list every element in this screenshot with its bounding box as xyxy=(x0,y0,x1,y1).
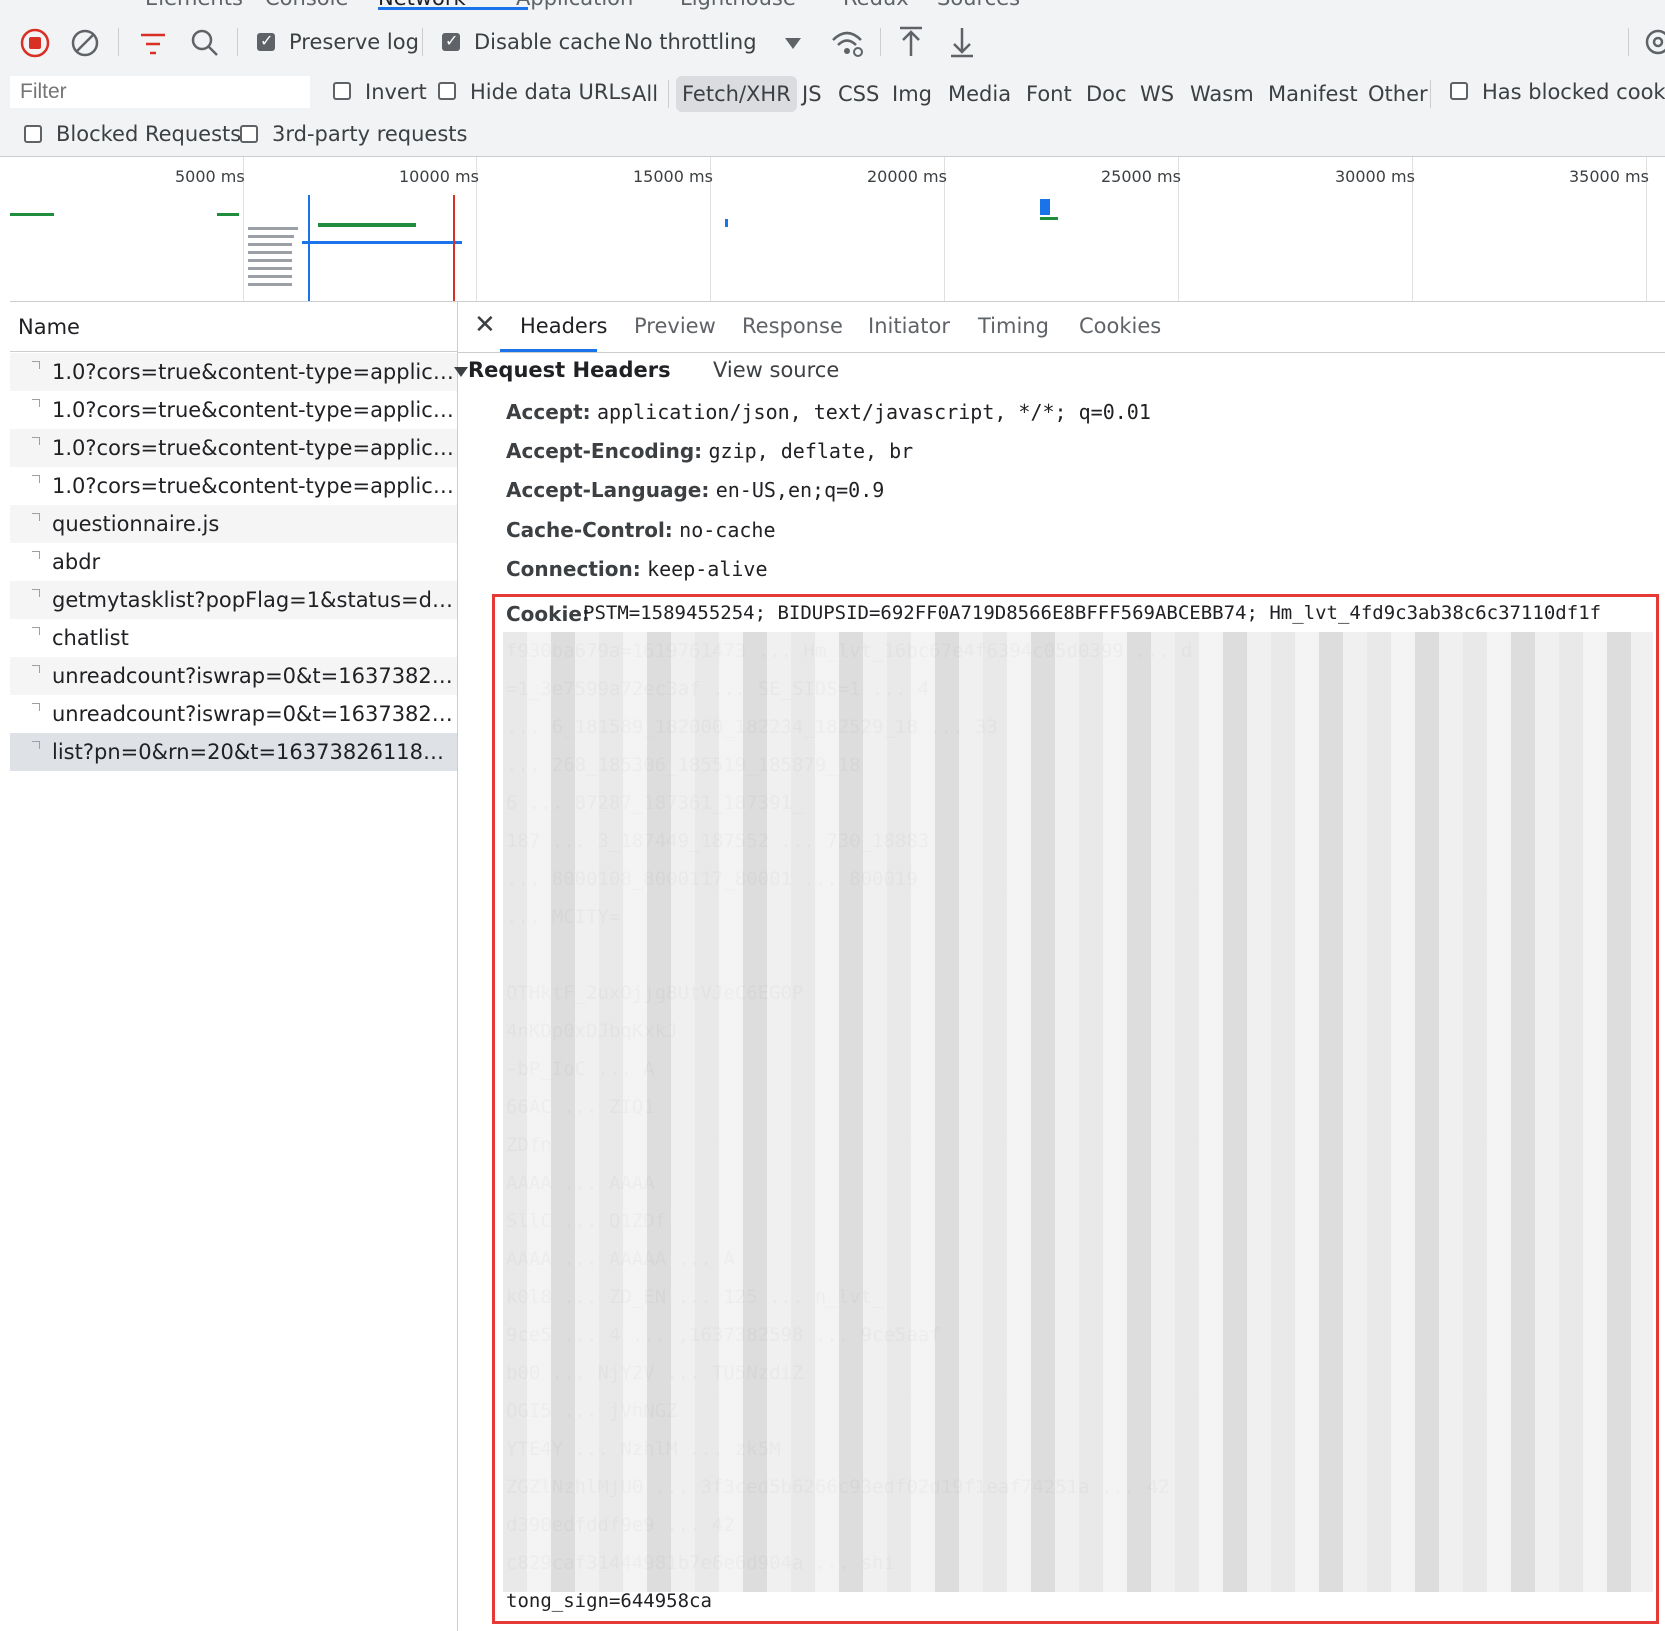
request-row[interactable]: 1.0?cors=true&content-type=applicatio... xyxy=(10,429,457,467)
separator xyxy=(237,28,238,56)
request-row[interactable]: 1.0?cors=true&content-type=applicatio... xyxy=(10,467,457,505)
request-row[interactable]: abdr xyxy=(10,543,457,581)
request-row[interactable]: questionnaire.js xyxy=(10,505,457,543)
blocked-requests-label: Blocked Requests xyxy=(56,122,242,146)
header-value: keep-alive xyxy=(647,557,768,581)
header-value: application/json, text/javascript, */*; … xyxy=(597,400,1151,424)
type-filter-font[interactable]: Font xyxy=(1020,76,1078,112)
request-detail-panel: ✕ Headers Preview Response Initiator Tim… xyxy=(454,302,1665,1631)
close-icon[interactable]: ✕ xyxy=(474,310,496,340)
type-filter-other[interactable]: Other xyxy=(1362,76,1434,112)
request-row[interactable]: getmytasklist?popFlag=1&status=done... xyxy=(10,581,457,619)
tab-lighthouse[interactable]: Lighthouse xyxy=(680,0,796,10)
header-value: en-US,en;q=0.9 xyxy=(715,478,885,502)
request-row[interactable]: 1.0?cors=true&content-type=applicatio... xyxy=(10,391,457,429)
type-filter-css[interactable]: CSS xyxy=(832,76,885,112)
header-name: Accept-Language: xyxy=(506,478,710,502)
active-tab-indicator xyxy=(500,349,597,352)
request-row[interactable]: unreadcount?iswrap=0&t=1637382596... xyxy=(10,657,457,695)
tab-headers[interactable]: Headers xyxy=(520,314,607,338)
upload-icon[interactable] xyxy=(898,26,924,58)
type-filter-all[interactable]: All xyxy=(626,76,664,112)
wifi-settings-icon[interactable] xyxy=(830,28,864,58)
header-name: Accept-Encoding: xyxy=(506,439,703,463)
header-row: Accept-Encoding: gzip, deflate, br xyxy=(506,439,913,463)
type-filter-img[interactable]: Img xyxy=(886,76,938,112)
tab-cookies[interactable]: Cookies xyxy=(1079,314,1161,338)
disable-cache-label: Disable cache xyxy=(474,30,621,54)
preserve-log-label: Preserve log xyxy=(289,30,419,54)
throttling-select[interactable]: No throttling xyxy=(624,30,757,54)
invert-label: Invert xyxy=(365,80,427,104)
type-filter-fetch-xhr[interactable]: Fetch/XHR xyxy=(676,76,797,112)
third-party-label: 3rd-party requests xyxy=(272,122,468,146)
preserve-log-checkbox[interactable] xyxy=(257,31,275,51)
third-party-checkbox[interactable] xyxy=(240,125,258,143)
name-column-header[interactable]: Name xyxy=(10,302,457,352)
type-filter-wasm[interactable]: Wasm xyxy=(1184,76,1260,112)
separator xyxy=(422,28,423,56)
header-value: gzip, deflate, br xyxy=(708,439,914,463)
type-filter-manifest[interactable]: Manifest xyxy=(1262,76,1364,112)
separator xyxy=(1628,28,1629,56)
type-filter-doc[interactable]: Doc xyxy=(1080,76,1133,112)
network-toolbar: Preserve log Disable cache No throttling xyxy=(0,10,1665,70)
view-source-link[interactable]: View source xyxy=(713,358,839,382)
search-icon[interactable] xyxy=(190,28,220,58)
header-name: Connection: xyxy=(506,557,641,581)
tab-console[interactable]: Console xyxy=(265,0,348,10)
header-name: Accept: xyxy=(506,400,591,424)
network-overview-timeline[interactable]: 5000 ms 10000 ms 15000 ms 20000 ms 25000… xyxy=(10,157,1665,302)
clear-icon[interactable] xyxy=(70,28,100,58)
type-filter-media[interactable]: Media xyxy=(942,76,1017,112)
request-headers-title[interactable]: Request Headers xyxy=(468,358,671,382)
separator xyxy=(668,80,669,108)
blocked-requests-checkbox[interactable] xyxy=(24,125,42,143)
filter-input[interactable] xyxy=(10,76,310,108)
gear-icon[interactable] xyxy=(1642,26,1665,58)
tab-preview[interactable]: Preview xyxy=(634,314,716,338)
header-name: Cache-Control: xyxy=(506,518,673,542)
tab-initiator[interactable]: Initiator xyxy=(868,314,950,338)
record-stop-icon[interactable] xyxy=(20,28,50,58)
disable-cache-checkbox[interactable] xyxy=(442,31,460,51)
header-row: Connection: keep-alive xyxy=(506,557,768,581)
timeline-activity-bars xyxy=(10,195,1058,301)
tab-timing[interactable]: Timing xyxy=(978,314,1049,338)
tab-application[interactable]: Application xyxy=(516,0,633,10)
tab-sources[interactable]: Sources xyxy=(937,0,1020,10)
has-blocked-cookies-label: Has blocked cookie xyxy=(1482,80,1665,104)
tab-elements[interactable]: Elements xyxy=(145,0,243,10)
filter-icon[interactable] xyxy=(139,32,167,56)
triangle-down-icon[interactable] xyxy=(454,364,468,378)
download-icon[interactable] xyxy=(949,26,975,58)
detail-tab-bar: ✕ Headers Preview Response Initiator Tim… xyxy=(458,302,1665,353)
type-filter-ws[interactable]: WS xyxy=(1134,76,1180,112)
request-row[interactable]: chatlist xyxy=(10,619,457,657)
separator xyxy=(1430,80,1431,108)
header-row: Cache-Control: no-cache xyxy=(506,518,776,542)
header-value: no-cache xyxy=(679,518,776,542)
hide-data-urls-checkbox[interactable] xyxy=(438,82,456,100)
request-row-selected[interactable]: list?pn=0&rn=20&t=1637382611831&t... xyxy=(10,733,457,771)
header-row: Accept: application/json, text/javascrip… xyxy=(506,400,1151,424)
chevron-down-icon[interactable] xyxy=(785,38,801,50)
invert-checkbox[interactable] xyxy=(333,82,351,100)
separator xyxy=(118,28,119,56)
hide-data-urls-label: Hide data URLs xyxy=(470,80,632,104)
has-blocked-cookies-checkbox[interactable] xyxy=(1450,82,1468,100)
request-list: Name 1.0?cors=true&content-type=applicat… xyxy=(10,302,458,1631)
type-filter-js[interactable]: JS xyxy=(796,76,828,112)
request-row[interactable]: unreadcount?iswrap=0&t=1637382611... xyxy=(10,695,457,733)
highlight-box xyxy=(492,594,1659,1624)
tab-redux[interactable]: Redux xyxy=(843,0,909,10)
tab-response[interactable]: Response xyxy=(742,314,843,338)
separator xyxy=(880,28,881,56)
header-row: Accept-Language: en-US,en;q=0.9 xyxy=(506,478,884,502)
request-row[interactable]: 1.0?cors=true&content-type=applicatio... xyxy=(10,353,457,391)
